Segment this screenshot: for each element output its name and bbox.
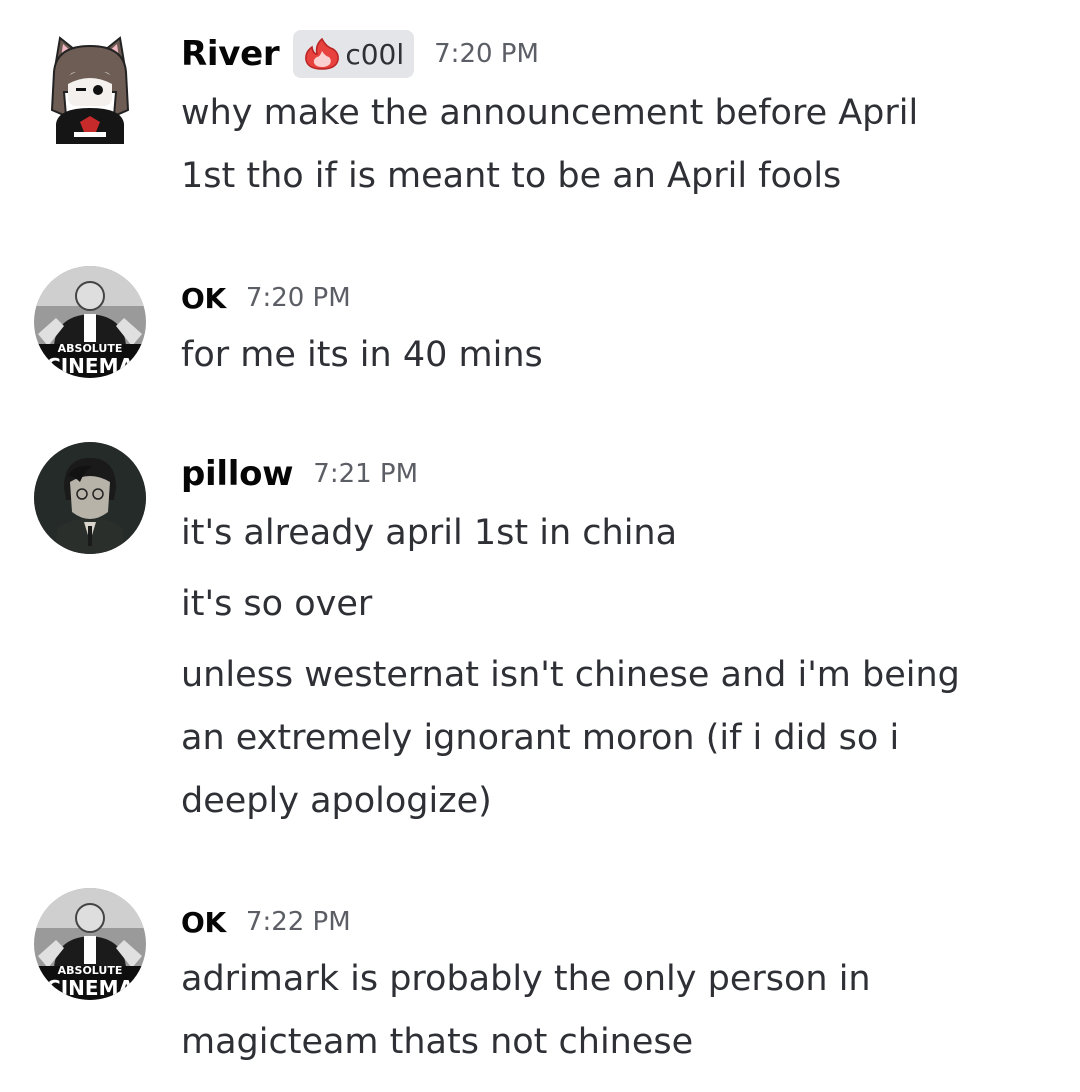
avatar[interactable] <box>34 32 146 144</box>
message-text: adrimark is probably the only person in … <box>181 948 1041 1074</box>
author-name[interactable]: pillow <box>181 454 294 494</box>
message-line: why make the announcement before April <box>181 93 919 133</box>
author-name[interactable]: River <box>181 34 280 74</box>
message-line: it's so over <box>181 584 373 624</box>
message-content: River c00l 7:20 PM why make the announce… <box>181 28 1041 208</box>
author-name[interactable]: OK <box>181 282 226 315</box>
avatar-text-bottom: CINEMA <box>46 976 134 1000</box>
absolute-cinema-avatar-icon: ABSOLUTE CINEMA <box>34 888 146 1000</box>
message-line: 1st tho if is meant to be an April fools <box>181 156 842 196</box>
message-line: unless westernat isn't chinese and i'm b… <box>181 655 960 695</box>
chat-message-list: River c00l 7:20 PM why make the announce… <box>0 0 1080 1092</box>
message-content: pillow 7:21 PM it's already april 1st in… <box>181 448 1041 833</box>
message-line: magicteam thats not chinese <box>181 1022 694 1062</box>
message-line: it's already april 1st in china <box>181 513 678 553</box>
message-line: an extremely ignorant moron (if i did so… <box>181 718 900 758</box>
message-timestamp[interactable]: 7:22 PM <box>246 907 351 937</box>
message-line: deeply apologize) <box>181 781 492 821</box>
message-header: River c00l 7:20 PM <box>181 28 1041 80</box>
message-content: OK 7:20 PM for me its in 40 mins <box>181 274 1041 387</box>
avatar-text-bottom: CINEMA <box>46 354 134 378</box>
absolute-cinema-avatar-icon: ABSOLUTE CINEMA <box>34 266 146 378</box>
message-text: it's already april 1st in china <box>181 502 1041 565</box>
message-line: for me its in 40 mins <box>181 335 543 375</box>
avatar[interactable] <box>34 442 146 554</box>
flame-icon <box>305 37 340 70</box>
author-name[interactable]: OK <box>181 906 226 939</box>
message-line: adrimark is probably the only person in <box>181 959 871 999</box>
message-text: it's so over <box>181 573 1041 636</box>
message-timestamp[interactable]: 7:21 PM <box>313 459 418 489</box>
message-text: unless westernat isn't chinese and i'm b… <box>181 644 1041 833</box>
message-timestamp[interactable]: 7:20 PM <box>434 39 539 69</box>
avatar[interactable]: ABSOLUTE CINEMA <box>34 888 146 1000</box>
role-tag-label: c00l <box>345 37 405 71</box>
cat-eared-character-avatar-icon <box>50 36 130 144</box>
message-header: OK 7:22 PM <box>181 898 1041 946</box>
avatar[interactable]: ABSOLUTE CINEMA <box>34 266 146 378</box>
message-header: OK 7:20 PM <box>181 274 1041 322</box>
anime-character-avatar-icon <box>34 442 146 554</box>
message-text: why make the announcement before April 1… <box>181 82 1041 208</box>
message-content: OK 7:22 PM adrimark is probably the only… <box>181 898 1041 1074</box>
message-text: for me its in 40 mins <box>181 324 1041 387</box>
role-tag[interactable]: c00l <box>293 30 415 78</box>
message-header: pillow 7:21 PM <box>181 448 1041 500</box>
message-timestamp[interactable]: 7:20 PM <box>246 283 351 313</box>
